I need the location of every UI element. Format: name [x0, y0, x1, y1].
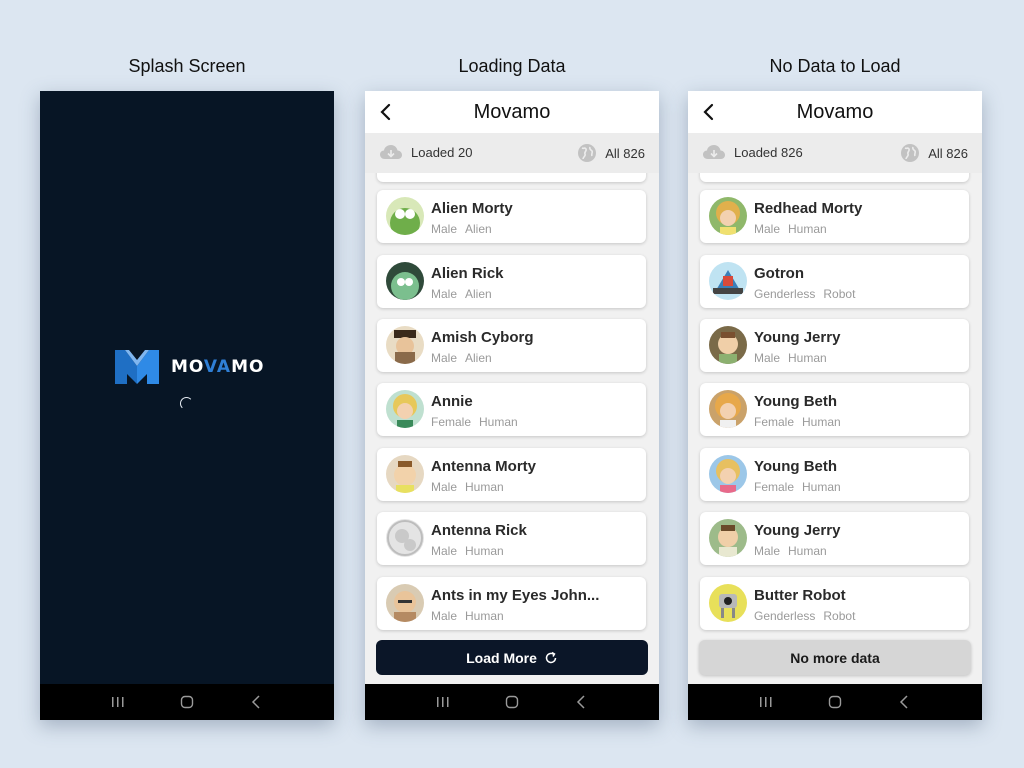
character-meta: Male Human: [431, 609, 504, 623]
loaded-count: Loaded 20: [411, 144, 473, 160]
list-item[interactable]: [377, 173, 646, 182]
character-avatar: [386, 519, 424, 557]
list-item[interactable]: Butter Robot Genderless Robot: [700, 577, 969, 630]
character-name: Young Jerry: [754, 329, 841, 346]
character-meta: Male Human: [754, 351, 827, 365]
list-item[interactable]: Redhead Morty Male Human: [700, 190, 969, 243]
character-avatar: [709, 262, 747, 300]
character-meta: Male Human: [754, 222, 827, 236]
app-title: Movamo: [473, 101, 551, 123]
home-icon[interactable]: [820, 687, 850, 717]
character-meta: Genderless Robot: [754, 609, 856, 623]
globe-icon: [901, 144, 920, 162]
movamo-logo: MOVAMO: [115, 350, 264, 384]
home-icon[interactable]: [172, 687, 202, 717]
cloud-download-icon: [380, 145, 402, 159]
back-icon[interactable]: [889, 687, 919, 717]
no-data-caption: No Data to Load: [769, 56, 901, 76]
character-name: Young Jerry: [754, 522, 841, 539]
list-item[interactable]: Annie Female Human: [377, 383, 646, 436]
system-navigation-bar: [365, 684, 659, 720]
movamo-m-icon: [115, 350, 159, 384]
character-avatar: [386, 390, 424, 428]
character-name: Butter Robot: [754, 587, 846, 604]
back-icon[interactable]: [566, 687, 596, 717]
system-navigation-bar: [688, 684, 982, 720]
character-name: Antenna Morty: [431, 458, 536, 475]
list-item[interactable]: Young Beth Female Human: [700, 383, 969, 436]
list-item[interactable]: Ants in my Eyes John... Male Human: [377, 577, 646, 630]
loading-data-phone: Movamo Loaded 20 All 826 Alien Morty Mal…: [365, 91, 659, 720]
character-name: Alien Morty: [431, 200, 513, 217]
character-meta: Male Human: [431, 480, 504, 494]
load-more-button[interactable]: Load More: [376, 640, 648, 675]
list-item[interactable]: Alien Rick Male Alien: [377, 255, 646, 308]
splash-phone: MOVAMO: [40, 91, 334, 720]
refresh-icon: [544, 651, 558, 665]
character-name: Ants in my Eyes John...: [431, 587, 600, 604]
character-avatar: [386, 262, 424, 300]
recents-icon[interactable]: [428, 687, 458, 717]
no-more-data-button[interactable]: No more data: [699, 640, 971, 675]
home-icon[interactable]: [497, 687, 527, 717]
movamo-wordmark: MOVAMO: [171, 357, 265, 377]
character-name: Young Beth: [754, 393, 838, 410]
character-name: Annie: [431, 393, 473, 410]
character-meta: Male Alien: [431, 287, 492, 301]
character-avatar: [709, 197, 747, 235]
list-item[interactable]: Amish Cyborg Male Alien: [377, 319, 646, 372]
recents-icon[interactable]: [751, 687, 781, 717]
list-item[interactable]: [700, 173, 969, 182]
loading-data-caption: Loading Data: [458, 56, 566, 76]
character-meta: Male Alien: [431, 351, 492, 365]
character-meta: Male Alien: [431, 222, 492, 236]
character-avatar: [709, 519, 747, 557]
character-meta: Female Human: [754, 480, 841, 494]
list-item[interactable]: Alien Morty Male Alien: [377, 190, 646, 243]
list-item[interactable]: Young Jerry Male Human: [700, 319, 969, 372]
system-navigation-bar: [40, 684, 334, 720]
character-name: Antenna Rick: [431, 522, 527, 539]
app-title: Movamo: [796, 101, 874, 123]
list-item[interactable]: Antenna Morty Male Human: [377, 448, 646, 501]
loaded-count: Loaded 826: [734, 144, 803, 160]
list-item[interactable]: Young Beth Female Human: [700, 448, 969, 501]
character-list[interactable]: Alien Morty Male Alien Alien Rick Male Ali…: [365, 173, 659, 636]
character-name: Gotron: [754, 265, 804, 282]
character-list[interactable]: Redhead Morty Male Human Gotron Genderles…: [688, 173, 982, 636]
character-avatar: [709, 455, 747, 493]
globe-icon: [578, 144, 597, 162]
app-header: Movamo: [365, 91, 659, 133]
character-meta: Male Human: [431, 544, 504, 558]
character-avatar: [386, 584, 424, 622]
recents-icon[interactable]: [103, 687, 133, 717]
loading-spinner: [180, 397, 193, 410]
app-header: Movamo: [688, 91, 982, 133]
character-meta: Female Human: [754, 415, 841, 429]
splash-screen-caption: Splash Screen: [128, 56, 246, 76]
no-data-phone: Movamo Loaded 826 All 826 Redhead Morty …: [688, 91, 982, 720]
character-meta: Male Human: [754, 544, 827, 558]
total-count: All 826: [605, 145, 645, 161]
back-icon[interactable]: [241, 687, 271, 717]
character-meta: Female Human: [431, 415, 518, 429]
list-item[interactable]: Gotron Genderless Robot: [700, 255, 969, 308]
character-avatar: [709, 584, 747, 622]
list-item[interactable]: Young Jerry Male Human: [700, 512, 969, 565]
character-avatar: [386, 326, 424, 364]
character-name: Young Beth: [754, 458, 838, 475]
character-name: Redhead Morty: [754, 200, 863, 217]
list-item[interactable]: Antenna Rick Male Human: [377, 512, 646, 565]
load-status-bar: Loaded 826 All 826: [688, 133, 982, 173]
character-name: Alien Rick: [431, 265, 504, 282]
cloud-download-icon: [703, 145, 725, 159]
load-status-bar: Loaded 20 All 826: [365, 133, 659, 173]
character-avatar: [709, 390, 747, 428]
character-avatar: [386, 197, 424, 235]
character-meta: Genderless Robot: [754, 287, 856, 301]
character-avatar: [709, 326, 747, 364]
character-avatar: [386, 455, 424, 493]
character-name: Amish Cyborg: [431, 329, 534, 346]
total-count: All 826: [928, 145, 968, 161]
